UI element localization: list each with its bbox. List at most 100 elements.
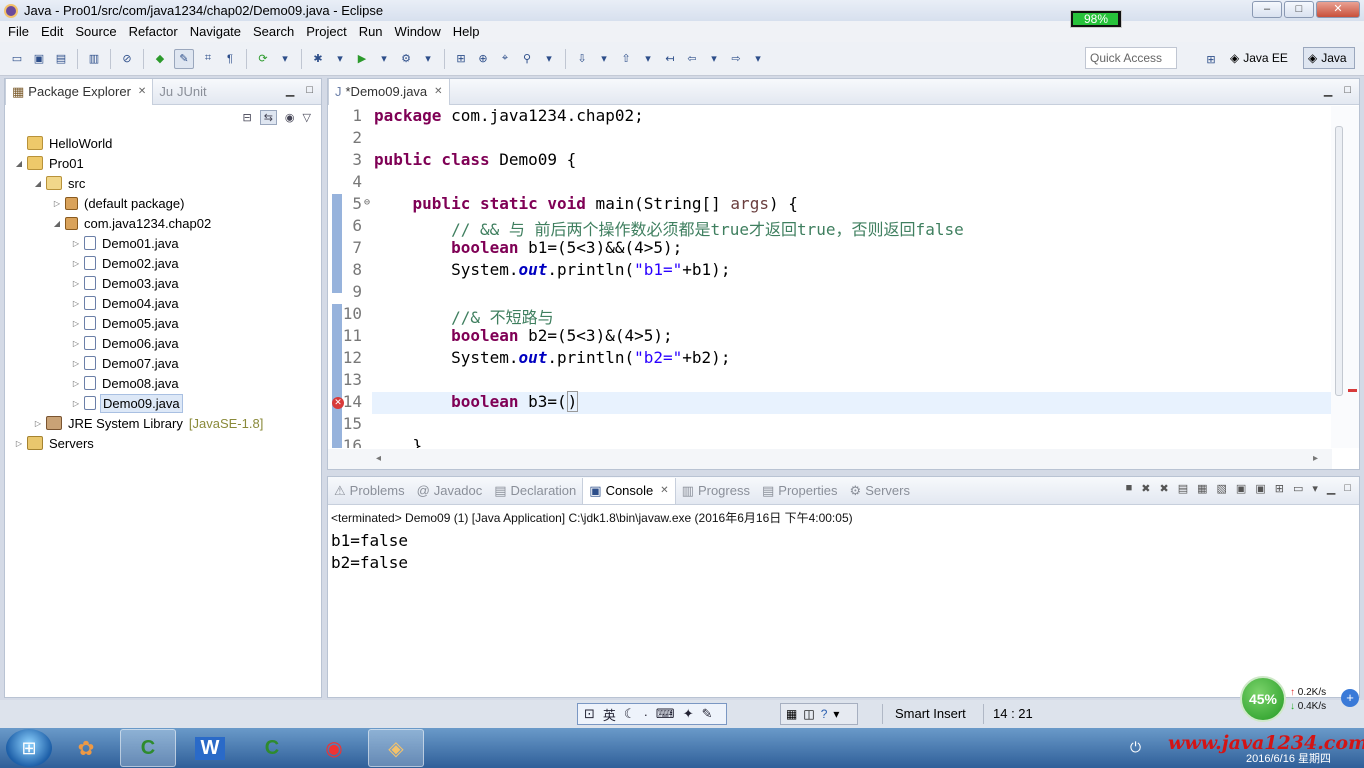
scroll-lock-icon[interactable]: ▦ xyxy=(1197,482,1207,495)
next-annotation-dropdown-icon[interactable]: ▾ xyxy=(596,51,612,67)
tree-item[interactable]: ▷ Demo03.java xyxy=(70,273,181,293)
power-plug-icon[interactable]: ⏻ xyxy=(1130,739,1141,756)
tab-console[interactable]: ▣ Console ✕ xyxy=(582,477,676,504)
tab-javadoc[interactable]: @ Javadoc xyxy=(411,478,489,504)
collapsed-arrow-icon[interactable]: ▷ xyxy=(70,299,82,308)
display-console-icon[interactable]: ▭ xyxy=(1293,482,1303,495)
menu-navigate[interactable]: Navigate xyxy=(184,24,247,39)
new-java-class-icon[interactable]: ⊕ xyxy=(475,51,491,67)
taskbar-app-word[interactable]: W xyxy=(182,729,238,767)
collapsed-arrow-icon[interactable]: ▷ xyxy=(70,279,82,288)
show-on-stdout-icon[interactable]: ▣ xyxy=(1236,482,1246,495)
refresh-dropdown-icon[interactable]: ▾ xyxy=(277,51,293,67)
next-annotation-icon[interactable]: ⇩ xyxy=(574,51,590,67)
collapsed-arrow-icon[interactable]: ▷ xyxy=(70,239,82,248)
pin-console-icon[interactable]: ⊞ xyxy=(1275,482,1284,495)
previous-annotation-dropdown-icon[interactable]: ▾ xyxy=(640,51,656,67)
close-console-icon[interactable]: ✕ xyxy=(660,485,668,496)
save-all-icon[interactable]: ▤ xyxy=(53,51,69,67)
external-tools-icon[interactable]: ⚙ xyxy=(398,51,414,67)
menu-refactor[interactable]: Refactor xyxy=(123,24,184,39)
refresh-icon[interactable]: ⟳ xyxy=(255,51,271,67)
menu-window[interactable]: Window xyxy=(389,24,447,39)
tree-item[interactable]: ▷ Demo09.java xyxy=(70,393,183,413)
last-edit-location-icon[interactable]: ↤ xyxy=(662,51,678,67)
tree-item[interactable]: ▷ Demo01.java xyxy=(70,233,181,253)
open-console-icon[interactable]: ▥ xyxy=(86,51,102,67)
forward-dropdown-icon[interactable]: ▾ xyxy=(750,51,766,67)
maximize-button[interactable]: □ xyxy=(1284,1,1314,18)
tree-item[interactable]: ◢ com.java1234.chap02 xyxy=(51,213,213,233)
maximize-console-icon[interactable]: □ xyxy=(1344,482,1351,495)
minimize-button[interactable]: – xyxy=(1252,1,1282,18)
collapsed-arrow-icon[interactable]: ▷ xyxy=(70,399,82,408)
code-area[interactable]: 1 2 3 4 5 6 7 8 9 10 11 12 13 14 15 16 ⊖ ✕ package com.… xyxy=(328,106,1332,448)
editor-horizontal-scrollbar[interactable]: ◂ ▸ xyxy=(328,449,1332,469)
search-icon[interactable]: ⚲ xyxy=(519,51,535,67)
tree-item[interactable]: ▷ JRE System Library [JavaSE-1.8] xyxy=(32,413,263,433)
menu-run[interactable]: Run xyxy=(353,24,389,39)
taskbar-app-eclipse[interactable]: ◈ xyxy=(368,729,424,767)
tab-problems[interactable]: ⚠ Problems xyxy=(328,478,411,504)
open-console-dropdown-icon[interactable]: ▾ xyxy=(1312,482,1318,495)
debug-icon[interactable]: ✱ xyxy=(310,51,326,67)
tab-junit[interactable]: Ju JUnit xyxy=(153,79,212,105)
previous-annotation-icon[interactable]: ⇧ xyxy=(618,51,634,67)
back-icon[interactable]: ⇦ xyxy=(684,51,700,67)
open-type-icon[interactable]: ⌖ xyxy=(497,51,513,67)
tree-item[interactable]: ◢ src xyxy=(32,173,87,193)
menu-source[interactable]: Source xyxy=(69,24,122,39)
back-dropdown-icon[interactable]: ▾ xyxy=(706,51,722,67)
word-wrap-icon[interactable]: ▧ xyxy=(1217,482,1227,495)
taskbar-app-chrome[interactable]: ◉ xyxy=(306,729,362,767)
collapsed-arrow-icon[interactable]: ▷ xyxy=(13,439,25,448)
tree-item[interactable]: ▷ (default package) xyxy=(51,193,186,213)
tree-item[interactable]: ▷ Demo05.java xyxy=(70,313,181,333)
remove-launch-icon[interactable]: ✖ xyxy=(1141,482,1150,495)
ime-secondary[interactable]: ▦ ◫ ? ▾ xyxy=(780,703,858,725)
menu-project[interactable]: Project xyxy=(300,24,352,39)
collapsed-arrow-icon[interactable]: ▷ xyxy=(32,419,44,428)
editor-scroll-thumb[interactable] xyxy=(1335,126,1343,396)
collapsed-arrow-icon[interactable]: ▷ xyxy=(70,379,82,388)
error-icon[interactable]: ✕ xyxy=(332,397,344,409)
menu-help[interactable]: Help xyxy=(447,24,486,39)
fold-icon[interactable]: ⊖ xyxy=(364,197,370,208)
tab-progress[interactable]: ▥ Progress xyxy=(676,478,756,504)
new-java-package-icon[interactable]: ⊞ xyxy=(453,51,469,67)
terminate-icon[interactable]: ■ xyxy=(1126,482,1133,495)
new-icon[interactable]: ▭ xyxy=(9,51,25,67)
network-plus-button[interactable]: + xyxy=(1341,689,1359,707)
expanded-arrow-icon[interactable]: ◢ xyxy=(51,219,63,228)
console-output[interactable]: b1=false b2=false xyxy=(328,530,1359,574)
minimize-editor-icon[interactable]: ▁ xyxy=(1324,84,1332,97)
expanded-arrow-icon[interactable]: ◢ xyxy=(32,179,44,188)
collapsed-arrow-icon[interactable]: ▷ xyxy=(70,339,82,348)
tree-item[interactable]: ◢ Pro01 xyxy=(13,153,86,173)
tree-item[interactable]: ▷ Demo08.java xyxy=(70,373,181,393)
focus-task-icon[interactable]: ◉ xyxy=(285,111,295,124)
close-button[interactable]: ✕ xyxy=(1316,1,1360,18)
remove-all-launches-icon[interactable]: ✖ xyxy=(1159,482,1168,495)
debug-dropdown-icon[interactable]: ▾ xyxy=(332,51,348,67)
tab-servers[interactable]: ⚙ Servers xyxy=(844,478,916,504)
tab-package-explorer[interactable]: ▦ Package Explorer ✕ xyxy=(5,78,154,105)
quick-access-input[interactable]: Quick Access xyxy=(1085,47,1177,69)
clock-date[interactable]: 2016/6/16 星期四 xyxy=(1246,750,1331,766)
minimize-console-icon[interactable]: ▁ xyxy=(1327,482,1335,495)
perspective-javaee-button[interactable]: ◈ Java EE xyxy=(1226,47,1292,69)
run-icon[interactable]: ▶ xyxy=(354,51,370,67)
network-monitor[interactable]: 45% xyxy=(1240,676,1286,722)
start-button[interactable]: ⊞ xyxy=(6,729,52,767)
run-dropdown-icon[interactable]: ▾ xyxy=(376,51,392,67)
clear-console-icon[interactable]: ▤ xyxy=(1178,482,1188,495)
tab-demo09[interactable]: J *Demo09.java ✕ xyxy=(328,78,450,105)
taskbar-app-camtasia[interactable]: C xyxy=(120,729,176,767)
tree-item[interactable]: ▷ Demo07.java xyxy=(70,353,181,373)
minimize-view-icon[interactable]: ▁ xyxy=(286,84,294,97)
tree-item[interactable]: ▷ Demo02.java xyxy=(70,253,181,273)
collapsed-arrow-icon[interactable]: ▷ xyxy=(70,359,82,368)
block-selection-icon[interactable]: ⌗ xyxy=(200,51,216,67)
expanded-arrow-icon[interactable]: ◢ xyxy=(13,159,25,168)
tree-item[interactable]: ▷ Demo04.java xyxy=(70,293,181,313)
